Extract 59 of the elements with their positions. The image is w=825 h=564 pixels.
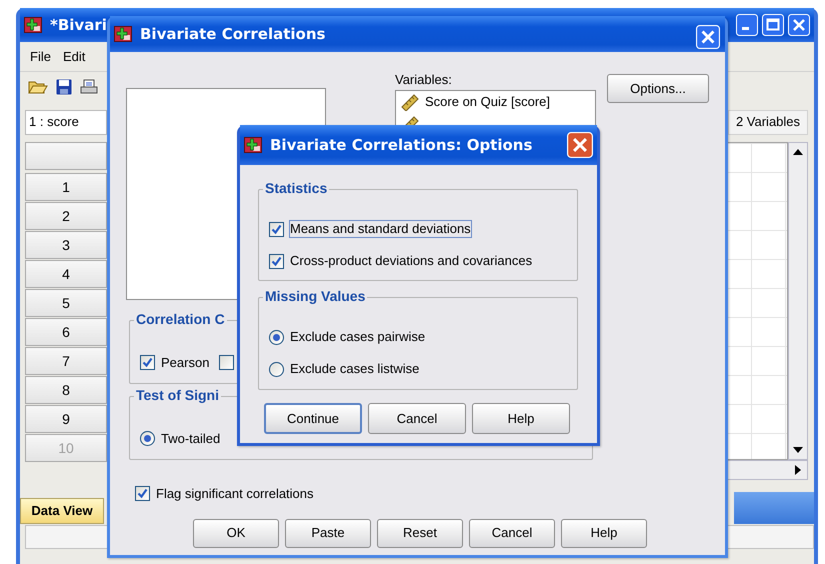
options-button[interactable]: Options... bbox=[607, 74, 709, 103]
dialog-button[interactable]: Paste bbox=[285, 518, 371, 548]
vertical-scrollbar[interactable] bbox=[788, 142, 808, 460]
option-label: Exclude cases pairwise bbox=[290, 329, 426, 345]
dialog-title: Bivariate Correlations: Options bbox=[270, 136, 532, 154]
close-button[interactable] bbox=[567, 132, 593, 158]
save-icon[interactable] bbox=[56, 79, 72, 95]
list-item[interactable]: Score on Quiz [score] bbox=[425, 94, 550, 110]
checkbox-label: Flag significant correlations bbox=[156, 486, 314, 502]
dialog-title: Bivariate Correlations bbox=[140, 25, 326, 43]
row-number: 1 bbox=[25, 173, 107, 201]
option-label: Exclude cases listwise bbox=[290, 361, 420, 377]
row-number: 9 bbox=[25, 405, 107, 433]
ruler-icon bbox=[400, 92, 420, 111]
checkbox[interactable] bbox=[140, 355, 155, 370]
checkbox[interactable] bbox=[269, 254, 284, 268]
app-logo-icon bbox=[24, 17, 42, 33]
minimize-button[interactable] bbox=[736, 14, 758, 36]
row-number: 7 bbox=[25, 347, 107, 375]
maximize-button[interactable] bbox=[762, 14, 784, 36]
variables-label: Variables: bbox=[395, 72, 453, 88]
option-label: Pearson bbox=[161, 355, 210, 371]
dialog-button[interactable]: Continue bbox=[264, 403, 362, 434]
close-button[interactable] bbox=[788, 14, 810, 36]
variable-count: 2 Variables bbox=[728, 110, 808, 134]
group-title: Test of Signi bbox=[134, 387, 221, 404]
row-number: 3 bbox=[25, 231, 107, 259]
option-label: Two-tailed bbox=[161, 431, 220, 447]
menu-item[interactable]: Edit bbox=[56, 46, 92, 66]
checkbox[interactable] bbox=[219, 355, 234, 370]
window-title: *Bivari bbox=[50, 16, 107, 34]
row-number: 2 bbox=[25, 202, 107, 230]
option-label: Means and standard deviations bbox=[290, 221, 471, 237]
group-title: Missing Values bbox=[263, 288, 368, 305]
dialog-button[interactable]: Cancel bbox=[469, 518, 555, 548]
dialog-button[interactable]: Help bbox=[561, 518, 647, 548]
dialog-button[interactable]: Reset bbox=[377, 518, 463, 548]
close-button[interactable] bbox=[695, 25, 721, 49]
option-label: Cross-product deviations and covariances bbox=[290, 253, 532, 269]
dialog-button[interactable]: Help bbox=[472, 403, 570, 434]
folder-icon[interactable] bbox=[28, 79, 48, 95]
view-tab[interactable]: Data View bbox=[20, 498, 104, 524]
row-number: 5 bbox=[25, 289, 107, 317]
radio-button[interactable] bbox=[269, 362, 284, 376]
app-logo-icon bbox=[244, 137, 262, 153]
row-number: 10 bbox=[25, 434, 107, 462]
dialog-button[interactable]: Cancel bbox=[368, 403, 466, 434]
cell-reference: 1 : score bbox=[25, 110, 107, 134]
checkbox[interactable] bbox=[269, 222, 284, 236]
row-number: 4 bbox=[25, 260, 107, 288]
menu-item[interactable]: File bbox=[24, 46, 57, 66]
row-number: 6 bbox=[25, 318, 107, 346]
printer-icon[interactable] bbox=[80, 79, 98, 95]
checkbox[interactable] bbox=[135, 486, 150, 502]
app-logo-icon bbox=[114, 26, 132, 42]
radio-button[interactable] bbox=[140, 431, 155, 446]
dialog-button[interactable]: OK bbox=[193, 518, 279, 548]
row-number: 8 bbox=[25, 376, 107, 404]
radio-button[interactable] bbox=[269, 330, 284, 344]
